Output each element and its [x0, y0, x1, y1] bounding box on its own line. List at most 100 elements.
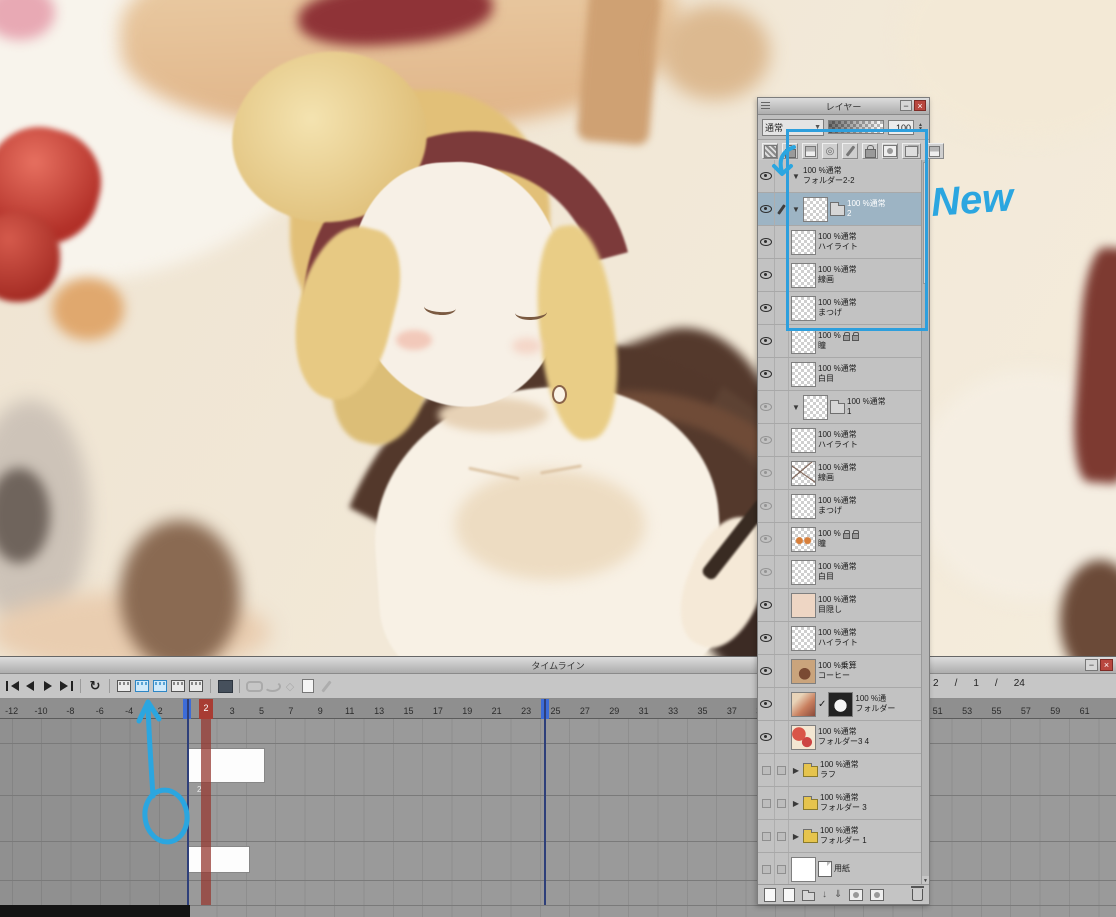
layer-row[interactable]: 100 %通常 線画	[758, 457, 921, 490]
layer-thumbnail[interactable]	[791, 625, 816, 651]
blend-mode-dropdown[interactable]: 通常 ▼	[762, 118, 824, 136]
layer-color-button[interactable]	[902, 143, 921, 159]
layer-row[interactable]: 100 % 瞳	[758, 325, 921, 358]
add-keyframe-button[interactable]: ◇	[281, 677, 299, 695]
layer-visibility-cell[interactable]	[758, 358, 775, 390]
layer-row[interactable]: 用紙	[758, 853, 921, 886]
layer-visibility-cell[interactable]	[758, 457, 775, 489]
new-layer-folder-button[interactable]	[802, 889, 815, 901]
new-raster-layer-button[interactable]	[764, 887, 776, 902]
first-frame-button[interactable]	[3, 677, 21, 695]
layer-thumbnail[interactable]	[791, 229, 816, 255]
timeline-tracks[interactable]	[0, 719, 1116, 917]
timeline-minimize-button[interactable]: −	[1085, 659, 1098, 671]
layer-visibility-cell[interactable]	[758, 721, 775, 753]
layer-visibility-cell[interactable]	[758, 490, 775, 522]
layer-visibility-cell[interactable]	[758, 226, 775, 258]
reference-layer-icon[interactable]: ◎	[822, 143, 838, 159]
layer-visibility-cell[interactable]	[758, 787, 775, 819]
timeline-titlebar[interactable]: タイムライン − ×	[0, 657, 1116, 674]
timeline-ruler[interactable]: -12-10-8-6-4-201357911131517192123252729…	[0, 699, 1116, 719]
layer-visibility-cell[interactable]	[758, 622, 775, 654]
opacity-value[interactable]: 100	[888, 119, 914, 135]
layers-scrollbar-thumb[interactable]	[923, 162, 928, 284]
expand-icon[interactable]: ▶	[791, 766, 801, 775]
layer-thumbnail[interactable]	[791, 592, 816, 618]
lock-mask-icon[interactable]	[862, 143, 878, 159]
layer-row[interactable]: ▼ 100 %通常 フォルダー2-2	[758, 160, 921, 193]
layer-row[interactable]: 100 %乗算 コーヒー	[758, 655, 921, 688]
layer-row[interactable]: ▶ 100 %通常 フォルダー 3	[758, 787, 921, 820]
expand-icon[interactable]: ▶	[791, 832, 801, 841]
edit-timeline-button[interactable]	[317, 677, 335, 695]
play-button[interactable]	[39, 677, 57, 695]
loop-play-button[interactable]: ↻	[86, 677, 104, 695]
link-camera-button[interactable]	[245, 677, 263, 695]
curve-interpolation-button[interactable]	[263, 677, 281, 695]
layer-row[interactable]: ▼ 100 %通常 2	[758, 193, 921, 226]
layer-thumbnail[interactable]	[803, 196, 828, 222]
last-frame-button[interactable]	[57, 677, 75, 695]
merge-with-lower-layer-button[interactable]: ⇓	[834, 889, 842, 900]
layer-visibility-cell[interactable]	[758, 325, 775, 357]
layer-row[interactable]: 100 %通常 ハイライト	[758, 424, 921, 457]
layer-thumbnail[interactable]	[803, 394, 828, 420]
mask-thumbnail[interactable]	[828, 691, 854, 717]
lock-layer-icon[interactable]	[782, 143, 798, 159]
layer-row[interactable]: 100 %通常 ハイライト	[758, 226, 921, 259]
layer-row[interactable]: 100 %通常 まつげ	[758, 292, 921, 325]
layer-row[interactable]: 100 %通常 ハイライト	[758, 622, 921, 655]
play-reverse-button[interactable]	[21, 677, 39, 695]
timeline-close-button[interactable]: ×	[1100, 659, 1113, 671]
layer-row[interactable]: ▶ 100 %通常 ラフ	[758, 754, 921, 787]
new-timeline-button[interactable]	[115, 677, 133, 695]
apply-layer-mask-button[interactable]	[870, 888, 885, 901]
layer-row[interactable]: ✓ 100 %通 フォルダー	[758, 688, 921, 721]
layer-visibility-cell[interactable]	[758, 853, 775, 885]
create-layer-mask-button[interactable]	[849, 888, 864, 901]
collapse-icon[interactable]: ▼	[791, 172, 801, 181]
layer-thumbnail[interactable]	[791, 262, 816, 288]
layer-thumbnail[interactable]	[791, 361, 816, 387]
indicator-checkbox[interactable]	[777, 864, 786, 874]
layer-visibility-cell[interactable]	[758, 688, 775, 720]
playhead[interactable]	[201, 719, 211, 905]
split-palette-button[interactable]	[925, 143, 944, 159]
visibility-checkbox[interactable]	[761, 765, 771, 775]
layer-visibility-cell[interactable]	[758, 820, 775, 852]
layer-visibility-cell[interactable]	[758, 292, 775, 324]
spin-down-icon[interactable]: ▼	[918, 127, 923, 132]
timeline-clip[interactable]	[188, 748, 265, 783]
graph-editor-button[interactable]	[299, 677, 317, 695]
mask-visibility-icon[interactable]	[882, 143, 898, 159]
layers-close-button[interactable]: ×	[914, 100, 926, 111]
layer-row[interactable]: 100 %通常 白目	[758, 358, 921, 391]
batch-specify-cels-button[interactable]	[187, 677, 205, 695]
onion-skin-button[interactable]	[216, 677, 234, 695]
transparent-pixel-lock-icon[interactable]	[762, 143, 778, 159]
layer-visibility-cell[interactable]	[758, 259, 775, 291]
transfer-to-lower-layer-button[interactable]: ↓	[822, 889, 827, 900]
delete-layer-button[interactable]	[911, 885, 924, 901]
layer-visibility-cell[interactable]	[758, 391, 775, 423]
collapse-icon[interactable]: ▼	[791, 403, 801, 412]
layer-row[interactable]: 100 %通常 まつげ	[758, 490, 921, 523]
layer-visibility-cell[interactable]	[758, 556, 775, 588]
opacity-slider[interactable]	[828, 120, 884, 134]
clip-to-layer-below-icon[interactable]	[802, 143, 818, 159]
visibility-checkbox[interactable]	[761, 798, 771, 808]
layers-minimize-button[interactable]: −	[900, 100, 912, 111]
layer-row[interactable]: ▶ 100 %通常 フォルダー 1	[758, 820, 921, 853]
layer-visibility-cell[interactable]	[758, 523, 775, 555]
layer-visibility-cell[interactable]	[758, 424, 775, 456]
indicator-checkbox[interactable]	[777, 765, 786, 775]
layer-thumbnail[interactable]	[791, 559, 816, 585]
indicator-checkbox[interactable]	[777, 831, 786, 841]
layer-thumbnail[interactable]	[791, 460, 816, 486]
new-animation-folder-button[interactable]	[133, 677, 151, 695]
layer-thumbnail[interactable]	[791, 526, 816, 552]
layer-row[interactable]: 100 %通常 フォルダー3 4	[758, 721, 921, 754]
new-animation-cel-button[interactable]	[151, 677, 169, 695]
layer-row[interactable]: 100 %通常 線画	[758, 259, 921, 292]
visibility-checkbox[interactable]	[761, 831, 771, 841]
